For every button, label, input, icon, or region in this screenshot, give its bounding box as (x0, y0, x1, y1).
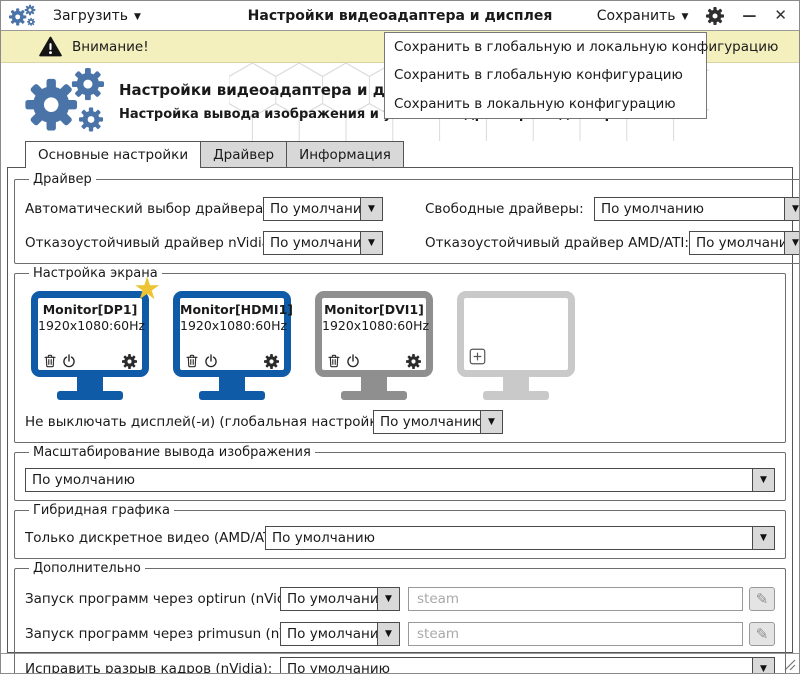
gear-icon[interactable] (122, 353, 138, 369)
gear-icon[interactable] (264, 353, 280, 369)
group-screen-setup: Настройка экрана ★ Monitor[DP1] 1920x108… (14, 266, 786, 443)
chevron-down-icon: ▼ (360, 198, 382, 220)
add-display-icon[interactable] (469, 348, 486, 365)
tab-bar: Основные настройки Драйвер Информация (1, 141, 799, 168)
label-failsafe-amd: Отказоустойчивый драйвер AMD/ATI: (425, 235, 689, 251)
monitor-mode: 1920x1080:60Hz (322, 318, 430, 333)
load-button-label: Загрузить (53, 7, 129, 24)
chevron-down-icon: ▼ (480, 411, 502, 433)
monitor-card-hdmi1[interactable]: Monitor[HDMI1] 1920x1080:60Hz (173, 291, 293, 400)
group-hybrid-legend: Гибридная графика (33, 503, 170, 518)
chevron-down-icon: ▼ (134, 11, 141, 22)
app-gears-logo-icon (9, 3, 39, 29)
main-panel: Драйвер Автоматический выбор драйвера: П… (7, 167, 799, 673)
chevron-down-icon: ▼ (377, 588, 399, 610)
group-additional-legend: Дополнительно (33, 561, 141, 576)
monitor-row: ★ Monitor[DP1] 1920x1080:60Hz Monitor[HD… (31, 274, 775, 400)
load-button[interactable]: Загрузить ▼ (53, 8, 141, 24)
label-free-drivers: Свободные драйверы: (425, 201, 584, 217)
select-discrete-only[interactable]: По умолчанию ▼ (265, 526, 775, 550)
label-fix-tearing: Исправить разрыв кадров (nVidia): (25, 661, 273, 674)
close-button[interactable]: ✕ (774, 8, 787, 23)
monitor-name: Monitor[DVI1] (324, 302, 424, 317)
trash-icon[interactable] (326, 353, 342, 369)
group-driver-legend: Драйвер (33, 172, 92, 187)
label-optirun: Запуск программ через optirun (nVidia): (25, 591, 308, 607)
edit-primusun-button[interactable]: ✎ (749, 622, 775, 646)
warning-triangle-icon (39, 36, 62, 56)
monitor-mode: 1920x1080:60Hz (38, 318, 146, 333)
edit-optirun-button[interactable]: ✎ (749, 587, 775, 611)
label-auto-driver: Автоматический выбор драйвера: (25, 201, 268, 217)
group-driver: Драйвер Автоматический выбор драйвера: П… (14, 172, 799, 264)
app-window: Загрузить ▼ Настройки видеоадаптера и ди… (0, 0, 800, 674)
select-optirun[interactable]: По умолчанию ▼ (280, 587, 400, 611)
select-failsafe-nvidia[interactable]: По умолчанию ▼ (263, 231, 383, 255)
label-discrete-only: Только дискретное видео (AMD/ATI): (25, 530, 286, 546)
chevron-down-icon: ▼ (360, 232, 382, 254)
chevron-down-icon: ▼ (752, 527, 774, 549)
monitor-name: Monitor[HDMI1] (180, 302, 293, 317)
select-free-drivers[interactable]: По умолчанию ▼ (593, 197, 799, 221)
menu-item-save-global[interactable]: Сохранить в глобальную конфигурацию (385, 61, 706, 89)
save-button-label: Сохранить (596, 7, 676, 24)
trash-icon[interactable] (184, 353, 200, 369)
primusun-command-input[interactable] (408, 622, 743, 646)
group-scaling: Масштабирование вывода изображения По ум… (14, 445, 786, 501)
title-bar: Загрузить ▼ Настройки видеоадаптера и ди… (1, 1, 799, 31)
monitor-card-dp1[interactable]: ★ Monitor[DP1] 1920x1080:60Hz (31, 274, 161, 400)
settings-gear-icon[interactable] (706, 6, 725, 25)
chevron-down-icon: ▼ (752, 469, 774, 491)
chevron-down-icon: ▼ (377, 623, 399, 645)
gear-icon[interactable] (406, 353, 422, 369)
power-icon[interactable] (345, 353, 361, 369)
label-failsafe-nvidia: Отказоустойчивый драйвер nVidia: (25, 235, 275, 251)
select-fix-tearing[interactable]: По умолчанию ▼ (280, 657, 775, 673)
monitor-card-empty[interactable] (457, 291, 575, 400)
group-screen-legend: Настройка экрана (33, 266, 158, 281)
save-dropdown-menu: Сохранить в глобальную и локальную конфи… (384, 32, 778, 119)
menu-item-save-local[interactable]: Сохранить в локальную конфигурацию (385, 90, 706, 118)
select-failsafe-amd[interactable]: По умолчанию ▼ (688, 231, 799, 255)
save-button[interactable]: Сохранить ▼ (597, 8, 689, 24)
group-scaling-legend: Масштабирование вывода изображения (33, 445, 311, 460)
tab-information[interactable]: Информация (286, 141, 404, 167)
warning-text: Внимание! (72, 38, 149, 55)
group-hybrid-graphics: Гибридная графика Только дискретное виде… (14, 503, 786, 559)
menu-item-save-global-and-local[interactable]: Сохранить в глобальную и локальную конфи… (385, 33, 778, 61)
group-additional: Дополнительно Запуск программ через opti… (14, 561, 786, 674)
minimize-button[interactable]: — (742, 9, 756, 23)
chevron-down-icon: ▼ (752, 658, 774, 673)
tab-driver[interactable]: Драйвер (200, 141, 288, 167)
chevron-down-icon: ▼ (681, 11, 689, 22)
tab-main-settings[interactable]: Основные настройки (25, 141, 202, 168)
trash-icon[interactable] (42, 353, 58, 369)
monitor-card-dvi1[interactable]: Monitor[DVI1] 1920x1080:60Hz (315, 291, 433, 400)
select-scaling[interactable]: По умолчанию ▼ (25, 468, 775, 492)
app-gears-logo-icon (25, 68, 115, 136)
label-dpms: Не выключать дисплей(-и) (глобальная нас… (25, 414, 439, 430)
optirun-command-input[interactable] (408, 587, 743, 611)
select-auto-driver[interactable]: По умолчанию ▼ (263, 197, 383, 221)
select-primusun[interactable]: По умолчанию ▼ (280, 622, 400, 646)
monitor-name: Monitor[DP1] (42, 302, 138, 317)
chevron-down-icon: ▼ (783, 198, 799, 220)
power-icon[interactable] (203, 353, 219, 369)
chevron-down-icon: ▼ (783, 232, 799, 254)
label-primusun: Запуск программ через primusun (nVidia): (25, 626, 323, 642)
power-icon[interactable] (61, 353, 77, 369)
select-dpms[interactable]: По умолчанию ▼ (373, 410, 503, 434)
monitor-mode: 1920x1080:60Hz (180, 318, 288, 333)
